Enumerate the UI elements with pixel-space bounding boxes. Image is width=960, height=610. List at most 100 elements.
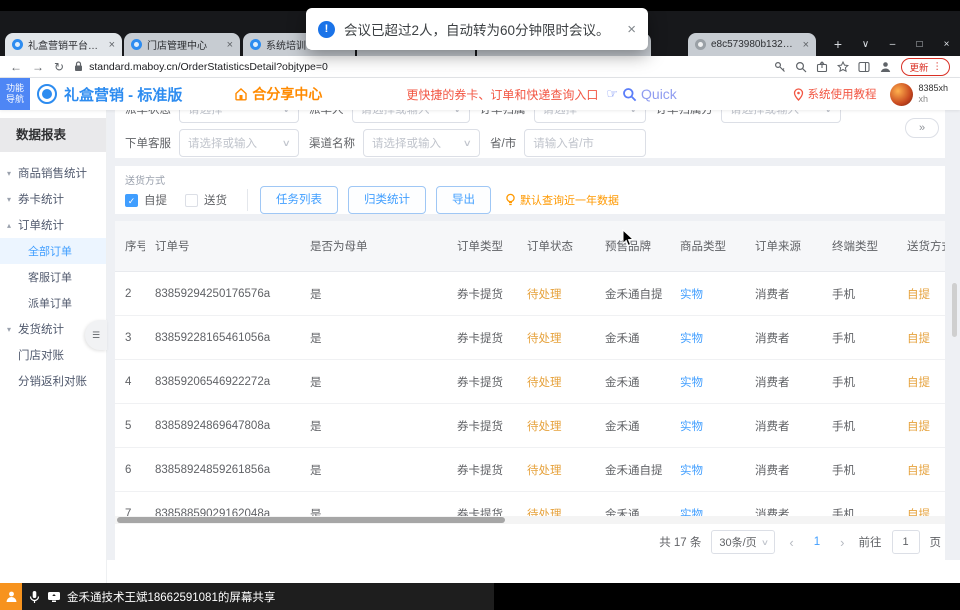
filter-select[interactable]: 请选择或输入∨	[721, 110, 841, 123]
expand-filters-button[interactable]: »	[905, 118, 939, 138]
next-page-button[interactable]: ›	[836, 535, 848, 550]
goto-page-input[interactable]: 1	[892, 530, 920, 554]
browser-tab[interactable]: 门店管理中心×	[124, 33, 240, 56]
zoom-icon[interactable]	[795, 61, 807, 73]
mouse-cursor	[622, 229, 635, 247]
divider	[247, 189, 248, 211]
sidebar-item[interactable]: ▾商品销售统计	[0, 160, 106, 186]
address-bar-actions: 更新⋮	[774, 58, 950, 76]
pagination: 共 17 条 30条/页 ∨ ‹ 1 › 前往 1 页	[115, 524, 945, 560]
table-cell-link[interactable]: 实物	[670, 462, 745, 478]
table-row[interactable]: 483859206546922272a是券卡提货待处理金禾通实物消费者手机自提	[115, 360, 945, 404]
table-cell-link[interactable]: 实物	[670, 286, 745, 302]
microphone-icon[interactable]	[29, 590, 40, 604]
sidebar-item-label: 发货统计	[18, 321, 64, 337]
sidebar-item-label: 客服订单	[28, 269, 72, 285]
sidebar-item[interactable]: 分销返利对账	[0, 368, 106, 394]
quick-search-link[interactable]: ☞ Quick	[606, 86, 676, 102]
toolbar-button[interactable]: 导出	[436, 186, 491, 214]
filter-select[interactable]: 请选择∨	[534, 110, 646, 123]
table-cell: 自提	[897, 418, 945, 434]
share-icon[interactable]	[816, 61, 828, 73]
share-center-link[interactable]: 合分享中心	[234, 84, 322, 104]
window-close-icon[interactable]: ×	[933, 33, 960, 56]
tab-title: e8c573980b1328a258fd2e6...	[711, 39, 798, 50]
bookmark-star-icon[interactable]	[837, 61, 849, 73]
brand-title: 礼盒营销 - 标准版	[64, 84, 182, 105]
table-cell: 消费者	[745, 418, 822, 434]
placeholder-text: 请选择或输入	[372, 135, 456, 151]
sidebar-item[interactable]: ▴订单统计	[0, 212, 106, 238]
table-cell-link[interactable]: 实物	[670, 418, 745, 434]
table-cell: 手机	[822, 462, 897, 478]
tab-close-icon[interactable]: ×	[227, 39, 233, 51]
toolbar-button[interactable]: 归类统计	[348, 186, 426, 214]
table-row[interactable]: 683858924859261856a是券卡提货待处理金禾通自提实物消费者手机自…	[115, 448, 945, 492]
table-row[interactable]: 383859228165461056a是券卡提货待处理金禾通实物消费者手机自提	[115, 316, 945, 360]
table-cell-link[interactable]: 实物	[670, 374, 745, 390]
table-cell: 是	[300, 462, 447, 478]
chevron-down-icon: ∨	[824, 110, 833, 115]
filter-select[interactable]: 请选择或输入∨	[352, 110, 470, 123]
screen-share-bar: 金禾通技术王斌18662591081的屏幕共享	[0, 583, 960, 610]
key-icon[interactable]	[774, 61, 786, 73]
screen-share-icon[interactable]	[47, 591, 61, 603]
tab-close-icon[interactable]: ×	[109, 39, 115, 51]
sidebar-item[interactable]: 客服订单	[0, 264, 106, 290]
table-cell: 5	[115, 420, 145, 432]
horizontal-scrollbar[interactable]	[115, 516, 945, 524]
window-chevron-icon[interactable]: ∨	[852, 33, 879, 56]
table-row[interactable]: 583858924869647808a是券卡提货待处理金禾通实物消费者手机自提	[115, 404, 945, 448]
profile-icon[interactable]	[879, 60, 892, 73]
new-tab-button[interactable]: +	[828, 35, 848, 55]
tutorial-link[interactable]: 系统使用教程	[793, 86, 876, 102]
tab-close-icon[interactable]: ×	[803, 39, 809, 51]
filter-select[interactable]: 请选择或输入∨	[179, 129, 299, 157]
checkbox-unchecked[interactable]	[185, 194, 198, 207]
toast-close-icon[interactable]: ×	[627, 21, 636, 38]
horizontal-scrollbar-thumb[interactable]	[117, 517, 505, 523]
url-field[interactable]: standard.maboy.cn/OrderStatisticsDetail?…	[74, 61, 764, 73]
sidebar-item[interactable]: 派单订单	[0, 290, 106, 316]
reload-icon[interactable]: ↻	[54, 60, 64, 74]
sidebar-item[interactable]: ▾券卡统计	[0, 186, 106, 212]
side-panel-icon[interactable]	[858, 61, 870, 73]
checkbox-checked[interactable]: ✓	[125, 194, 138, 207]
vertical-scrollbar-thumb[interactable]	[952, 283, 957, 337]
table-cell: 消费者	[745, 330, 822, 346]
chevron-down-icon: ∨	[282, 138, 291, 149]
sidebar-item[interactable]: 全部订单	[0, 238, 106, 264]
meeting-app-icon[interactable]	[0, 583, 22, 610]
forward-icon[interactable]: →	[32, 60, 44, 74]
table-cell: 券卡提货	[447, 330, 517, 346]
person-icon	[5, 590, 18, 603]
toast-message: 会议已超过2人，自动转为60分钟限时会议。	[344, 19, 618, 39]
table-cell: 券卡提货	[447, 462, 517, 478]
table-header: 序号订单号是否为母单订单类型订单状态预售品牌商品类型订单来源终端类型送货方式	[115, 221, 945, 272]
prev-page-button[interactable]: ‹	[785, 535, 797, 550]
user-menu[interactable]: 8385xh xh	[890, 83, 948, 106]
filter-select[interactable]: 请选择∨	[179, 110, 299, 123]
toolbar-button[interactable]: 任务列表	[260, 186, 338, 214]
order-table-panel: 序号订单号是否为母单订单类型订单状态预售品牌商品类型订单来源终端类型送货方式 2…	[115, 221, 945, 560]
browser-tab[interactable]: 礼盒营销平台管理中心×	[5, 33, 122, 56]
table-cell: 券卡提货	[447, 374, 517, 390]
sidebar-item-label: 订单统计	[18, 217, 64, 233]
page-size-select[interactable]: 30条/页 ∨	[711, 530, 775, 554]
window-minimize-icon[interactable]: –	[879, 33, 906, 56]
column-header: 订单号	[145, 238, 300, 254]
column-header: 订单类型	[447, 238, 517, 254]
window-maximize-icon[interactable]: □	[906, 33, 933, 56]
filter-select[interactable]: 请选择或输入∨	[363, 129, 480, 157]
user-sub: xh	[918, 94, 948, 105]
sidebar-collapse-handle[interactable]: ☰	[85, 320, 107, 350]
table-row[interactable]: 283859294250176576a是券卡提货待处理金禾通自提实物消费者手机自…	[115, 272, 945, 316]
filter-input[interactable]: 请输入省/市	[524, 129, 646, 157]
filter-label: 派单状态	[125, 110, 171, 117]
browser-tab[interactable]: e8c573980b1328a258fd2e6... ×	[688, 33, 816, 56]
browser-update-button[interactable]: 更新⋮	[901, 58, 950, 76]
table-cell-link[interactable]: 实物	[670, 330, 745, 346]
current-page[interactable]: 1	[808, 536, 826, 548]
back-icon[interactable]: ←	[10, 60, 22, 74]
function-nav-button[interactable]: 功能 导航	[0, 78, 30, 110]
